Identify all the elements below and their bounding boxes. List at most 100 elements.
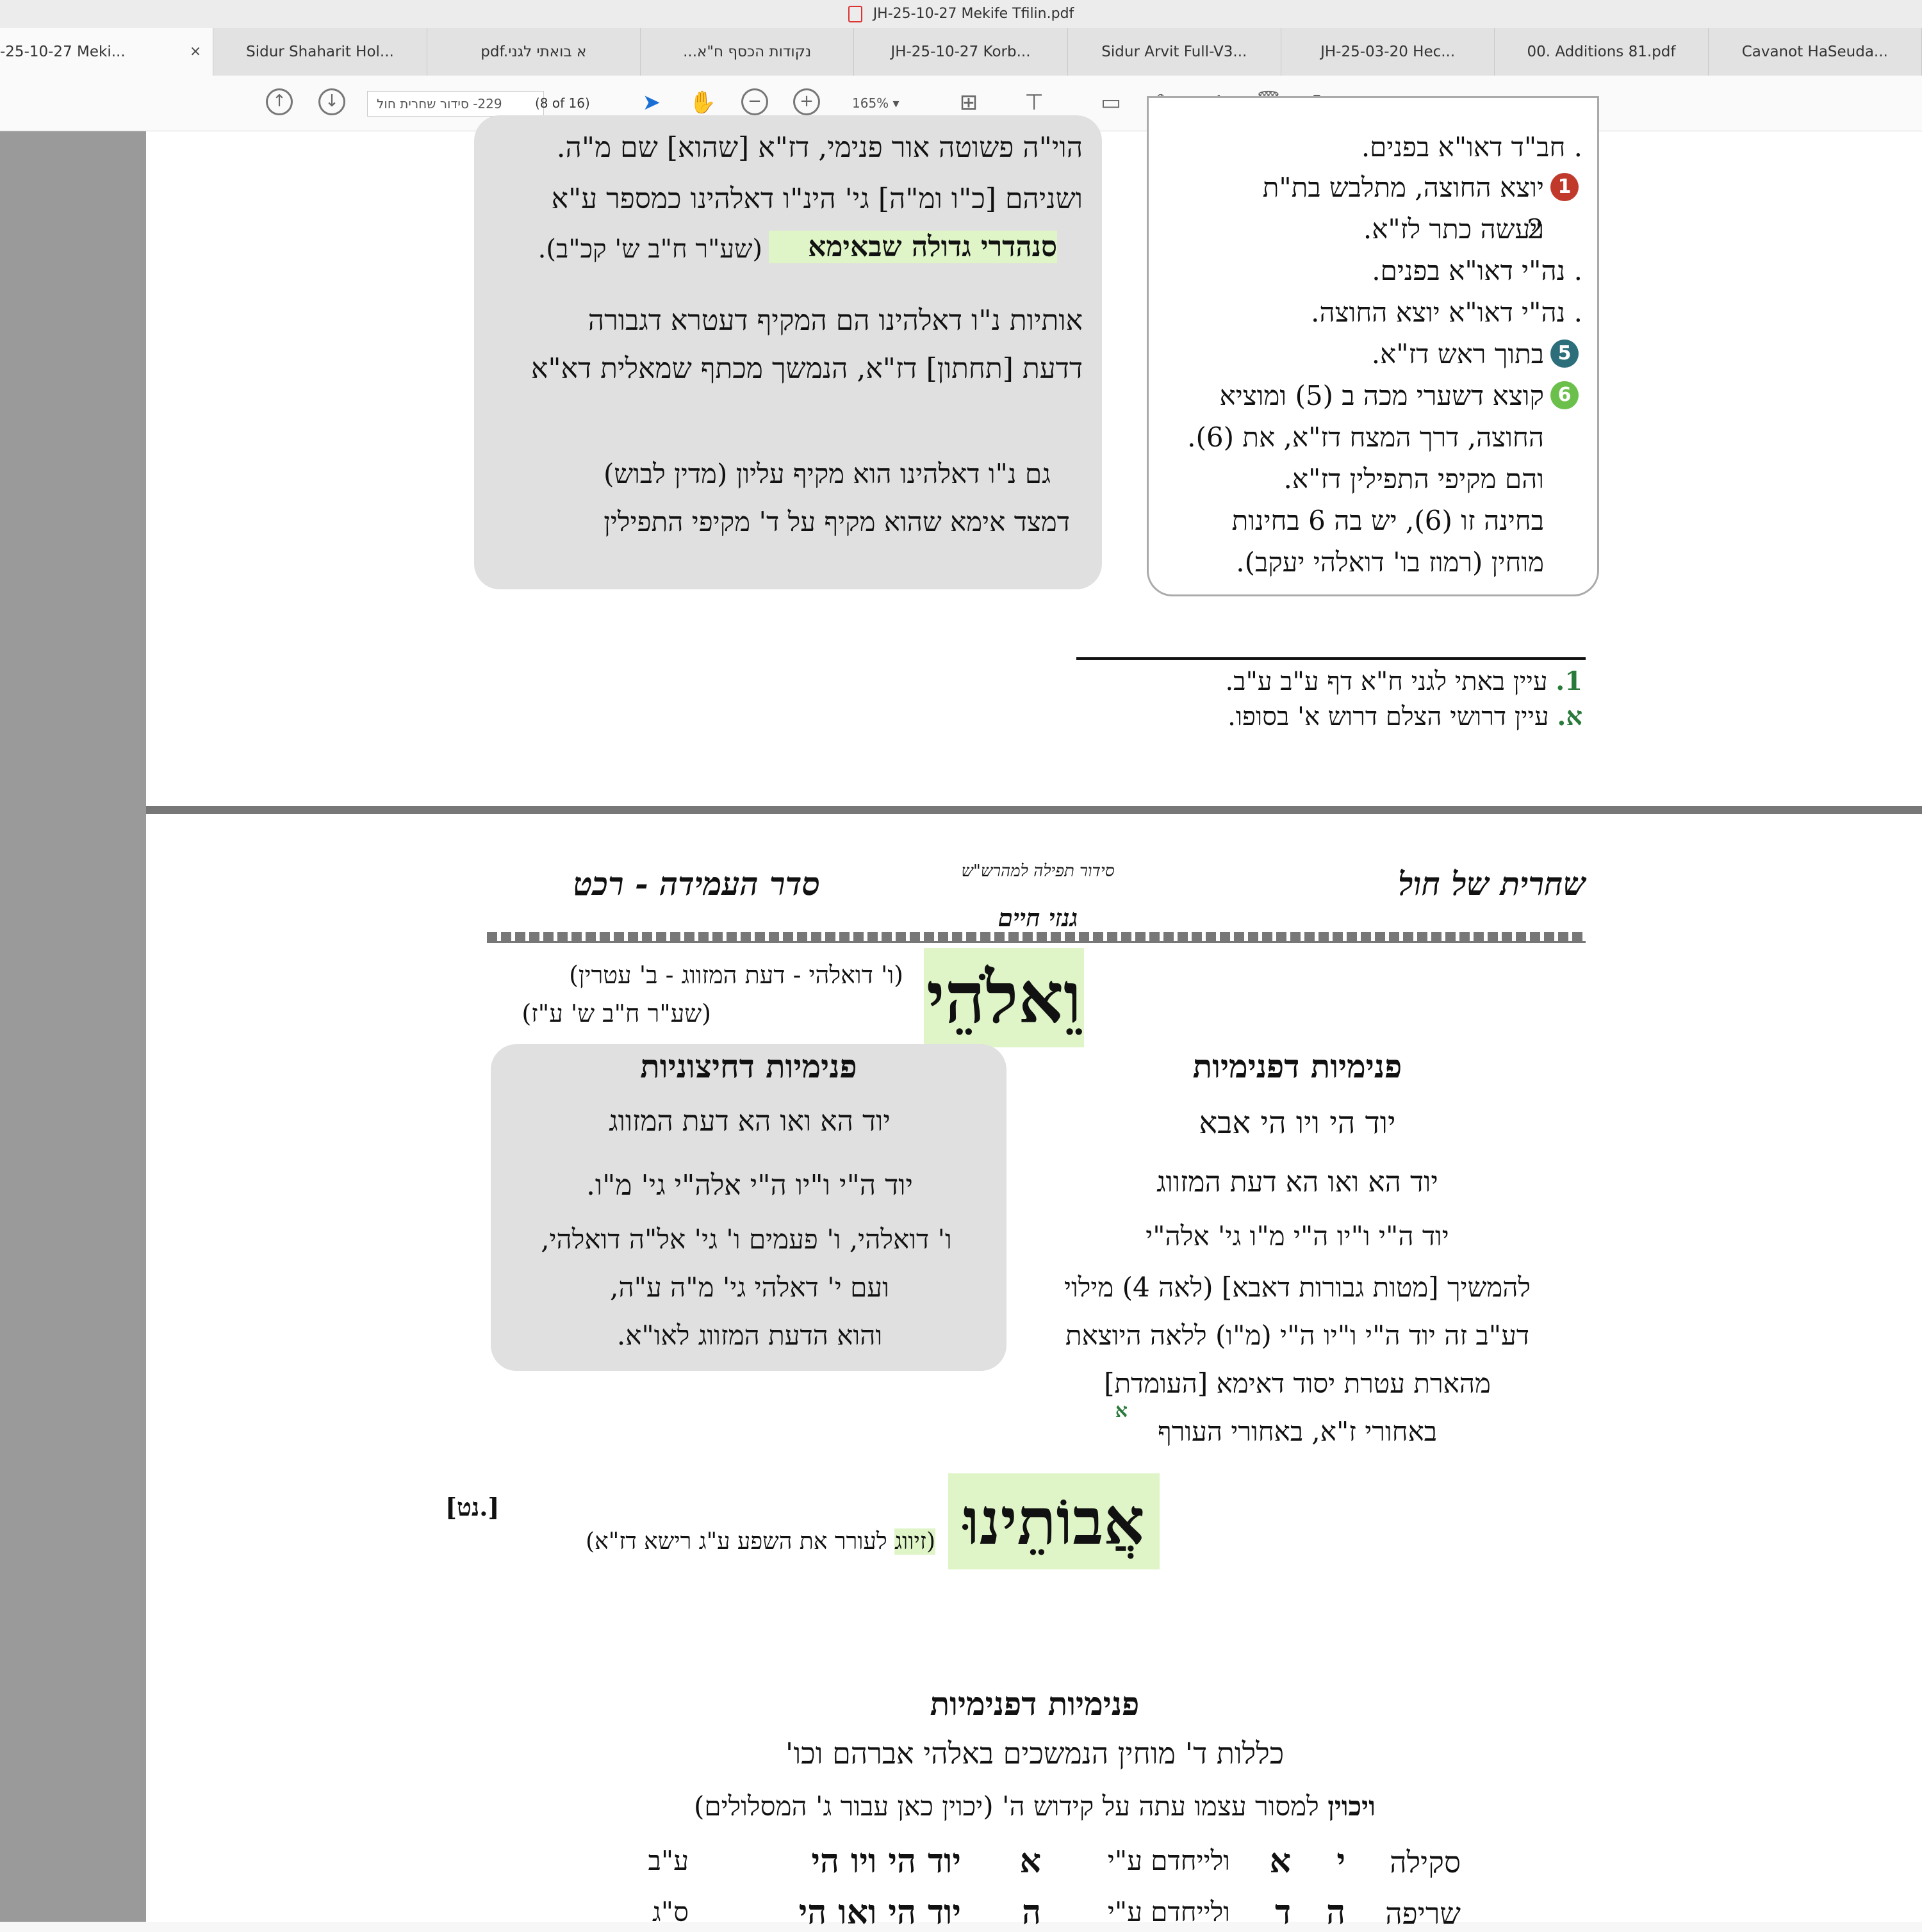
comment-icon[interactable]: ▭ (1097, 88, 1125, 117)
table-cell: ולייחדם ע"י (1107, 1845, 1230, 1876)
column-line: יוד הא ואו הא דעת המזווג (1156, 1166, 1438, 1199)
footnote-separator (1076, 657, 1586, 660)
tab-label: 00. Additions 81.pdf (1527, 44, 1676, 60)
tab-sidur-arvit[interactable]: Sidur Arvit Full-V3... (1068, 28, 1281, 76)
previous-page-icon[interactable]: ↑ (266, 88, 293, 115)
table-cell: א (1019, 1842, 1041, 1881)
box-line: יוד הא ואו הא דעת המזווג (609, 1105, 891, 1138)
page-divider (146, 806, 1922, 814)
keyword-veelohei: וֵאלֹהֵי (924, 948, 1084, 1047)
column-line: באחורי ז"א, באחורי העורף (1157, 1416, 1438, 1447)
list-item-6: קוצא דשערי מכה ב (5) ומוציא (1219, 380, 1545, 411)
page-reference-tag: [נט.] (445, 1493, 500, 1521)
footnote-2: א. עיין דרושי הצלם דרוש א' בסופו. (1166, 701, 1582, 732)
tab-label: ...נקודות הכסף ח"א (683, 44, 812, 60)
tab-label: -25-10-27 Meki... (0, 44, 126, 60)
footnote-1: 1. עיין באתי לגני ח"א דף ע"ב ע"ב. (1179, 666, 1582, 696)
tab-label: Cavanot HaSeuda... (1741, 44, 1888, 60)
bold-word: ויכוין (1327, 1790, 1376, 1822)
table-cell: ה (1326, 1893, 1345, 1932)
column-line: מהארת עטרת יסוד דאימא [העומדת] (1104, 1368, 1491, 1399)
note-text: לעורר את השפע ע"ג רישא דז"א) (586, 1528, 887, 1555)
section-title: פנימיות דפנימיות (930, 1685, 1140, 1723)
hand-tool-icon[interactable]: ✋ (689, 88, 717, 117)
list-item-6-cont: מוחין (רמוז בו' דואלהי יעקב). (1236, 546, 1544, 578)
text-line: ושניהם [כ"ו ומ"ה] גי' הינ"ו דאלהינו כמספ… (551, 183, 1083, 215)
window-title-bar: JH-25-10-27 Mekife Tfilin.pdf (0, 0, 1922, 28)
stamp-icon[interactable]: ⊤ (1020, 88, 1048, 117)
number-badge-6: 6 (1550, 381, 1579, 409)
list-item-3: . נה"י דאו"א בפנים. (1372, 255, 1582, 286)
box-line: והוא הדעת המזווג לאו"א. (616, 1320, 883, 1351)
list-item-5: בתוך ראש דז"א. (1371, 338, 1544, 370)
table-cell: א (1269, 1842, 1291, 1881)
next-page-icon[interactable]: ↓ (318, 88, 345, 115)
table-cell: ה (1022, 1893, 1041, 1932)
zoom-select[interactable]: 165% ▾ (852, 91, 935, 116)
header-logo-bottom: גנזי חיים (998, 903, 1078, 932)
header-ornament-line (487, 932, 1586, 943)
tab-label: JH-25-10-27 Korb... (891, 44, 1031, 60)
box-line: ו' דואלהי, ו' פעמים ו' גי' אל"ה דואלהי, (541, 1224, 952, 1255)
running-header-left: סדר העמידה - רכט (573, 865, 820, 903)
tab-cavanot[interactable]: Cavanot HaSeuda... (1709, 28, 1922, 76)
box-line: יוד ה"י ו"יו ה"י אלה"י גי' מ"ו. (586, 1169, 914, 1202)
number-badge-5: 5 (1550, 340, 1579, 368)
list-item-6-cont: בחינה זו (6), יש בה 6 בחינות (1231, 505, 1544, 536)
column-line: יוד ה"י ו"יו ה"י מ"ו גי' אלה"י (1146, 1220, 1449, 1252)
section-line: ויכוין למסור עצמו עתה על קידוש ה' (יכוין… (634, 1790, 1435, 1822)
keyword-note: (זיווג לעורר את השפע ע"ג רישא דז"א) (525, 1528, 935, 1555)
tab-label: JH-25-03-20 Hec... (1320, 44, 1456, 60)
table-cell: סקילה (1390, 1845, 1461, 1879)
tab-hec[interactable]: JH-25-03-20 Hec... (1281, 28, 1495, 76)
zoom-value: 165% (852, 95, 889, 111)
table-cell: יוד הי ויו הי (811, 1842, 961, 1881)
thumbnail-sidebar (0, 131, 146, 1922)
header-logo-top: סידור תפילה למהרש"ש (961, 862, 1115, 881)
text-line: (שע"ר ח"ב ש' קכ"ב). (538, 234, 762, 264)
tab-label: Sidur Arvit Full-V3... (1101, 44, 1247, 60)
table-cell: ע"ב (648, 1845, 689, 1876)
table-cell: ד (1274, 1893, 1291, 1932)
footnote-mark: א (1115, 1400, 1128, 1422)
line-text: למסור עצמו עתה על קידוש ה' (יכוין כאן עב… (694, 1790, 1319, 1822)
list-item-2: יוצא החוצה, מתלבש בת"ת (1262, 172, 1544, 203)
list-item-4: . נה"י דאו"א יוצא החוצה. (1311, 297, 1582, 328)
zoom-in-icon[interactable]: + (793, 88, 820, 115)
select-cursor-icon[interactable]: ➤ (637, 88, 666, 117)
column-title: פנימיות דפנימיות (1192, 1047, 1402, 1085)
column-line: דע"ב זה יוד ה"י ו"יו ה"י (מ"ו) ללאה היוצ… (1065, 1320, 1530, 1351)
text-line: הוי"ה פשוטה אור פנימי, דז"א [שהוא] שם מ"… (556, 131, 1083, 164)
footnote-text: עיין דרושי הצלם דרוש א' בסופו. (1228, 702, 1549, 732)
keyword-avoteinu: אֲבוֹתֵינוּ (948, 1473, 1160, 1569)
text-line: דמצד אימא שהוא מקיף על ד' מקיפי התפילין (604, 506, 1070, 537)
tab-bati-legani[interactable]: pdf.א בואתי לגני (427, 28, 641, 76)
tab-korb[interactable]: JH-25-10-27 Korb... (854, 28, 1068, 76)
running-header-right: שחרית של חול (1398, 865, 1586, 903)
tab-nekudot-hakesef[interactable]: ...נקודות הכסף ח"א (641, 28, 855, 76)
tab-additions[interactable]: 00. Additions 81.pdf (1495, 28, 1709, 76)
box-title: פנימיות דחיצוניות (640, 1047, 857, 1085)
tab-mekife-tfilin[interactable]: -25-10-27 Meki... × (0, 28, 214, 76)
table-cell: י (1336, 1842, 1345, 1881)
column-line: יוד הי ויו הי אבא (1199, 1105, 1396, 1141)
table-cell: יוד הי ואו הי (798, 1893, 961, 1932)
list-item-6-cont: והם מקיפי התפילין דז"א. (1283, 463, 1544, 495)
footnote-mark: 1. (1556, 666, 1582, 696)
table-cell: ולייחדם ע"י (1107, 1896, 1230, 1928)
close-tab-icon[interactable]: × (190, 28, 201, 76)
table-cell: ס"ג (652, 1896, 689, 1928)
list-item-6-cont: החוצה, דרך המצח דז"א, את (6). (1187, 422, 1544, 453)
footnote-text: עיין באתי לגני ח"א דף ע"ב ע"ב. (1225, 667, 1548, 696)
page-count: (8 of 16) (535, 95, 590, 111)
box-line: ועם י' דאלהי גי' מ"ה ע"ה, (610, 1272, 889, 1303)
zoom-out-icon[interactable]: − (741, 88, 768, 115)
text-line: אותיות נ"ו דאלהינו הם המקיף דעטרא דגבורה (587, 304, 1083, 337)
page-number-field[interactable]: 229- סידור שחרית חול (367, 91, 544, 117)
table-cell: שריפה (1385, 1896, 1461, 1931)
list-item-1: . חב"ד דאו"א בפנים. (1361, 131, 1582, 163)
fit-page-icon[interactable]: ⊞ (955, 88, 983, 117)
section-line: כללות ד' מוחין הנמשכים באלהי אברהם וכו' (785, 1736, 1285, 1771)
pdf-file-icon (848, 6, 862, 22)
tab-sidur-shaharit[interactable]: Sidur Shaharit Hol... (213, 28, 427, 76)
